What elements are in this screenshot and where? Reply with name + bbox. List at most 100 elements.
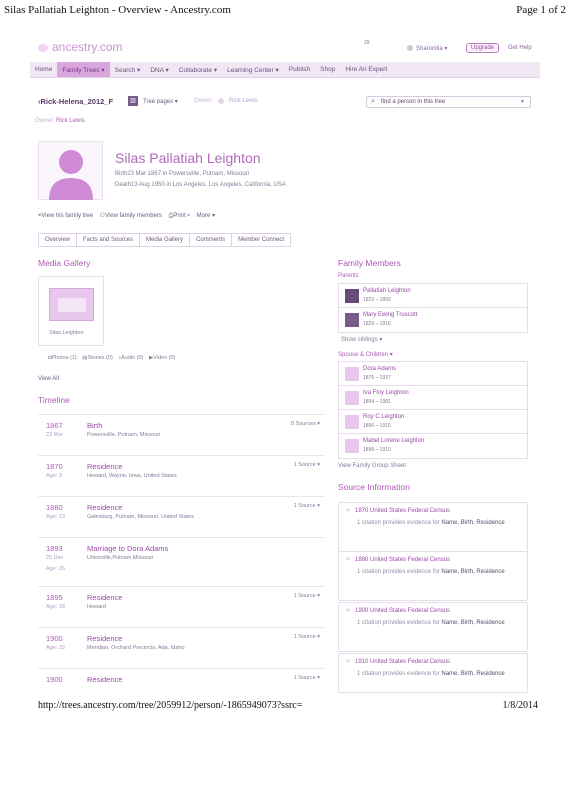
person-photo[interactable] bbox=[38, 141, 103, 200]
citation-facts: Name, Birth, Residence bbox=[441, 620, 505, 626]
tab-media-gallery[interactable]: Media Gallery bbox=[139, 233, 190, 247]
media-gallery-title: Media Gallery bbox=[38, 258, 91, 268]
parent-photo bbox=[345, 289, 359, 303]
owner-line-label: Owner: bbox=[35, 118, 55, 124]
print-footer-date: 1/8/2014 bbox=[502, 700, 538, 711]
source-card[interactable]: ⟡ 1910 United States Federal Census 1 ci… bbox=[338, 653, 528, 693]
user-name: Sharonlila bbox=[416, 46, 443, 52]
family-members-title: Family Members bbox=[338, 258, 401, 268]
leaf-logo-icon bbox=[38, 44, 48, 52]
view-family-members-link[interactable]: ⚇View family members bbox=[100, 213, 162, 219]
tree-view-icon[interactable]: ▥ bbox=[128, 96, 138, 106]
print-menu[interactable]: ⎙Print ▾ bbox=[169, 213, 190, 219]
tab-facts-sources[interactable]: Facts and Sources bbox=[76, 233, 140, 247]
media-thumbnail-card[interactable]: Silas Leighton bbox=[38, 276, 104, 346]
timeline-date: Age: 13 bbox=[46, 514, 65, 520]
source-information-title: Source Information bbox=[338, 482, 410, 492]
source-title[interactable]: 1870 United States Federal Census bbox=[355, 508, 450, 514]
source-card[interactable]: ⟡ 1900 United States Federal Census 1 ci… bbox=[338, 602, 528, 652]
birth-fact: Birth23 Mar 1867 in Powersville, Putnam,… bbox=[115, 171, 249, 177]
timeline-sources[interactable]: 1 Source ▾ bbox=[294, 675, 320, 681]
nav-learning-center[interactable]: Learning Center ▾ bbox=[222, 62, 284, 77]
timeline-sources-label: 1 Source bbox=[293, 634, 316, 640]
audio-count[interactable]: Audio (0) bbox=[121, 355, 143, 361]
timeline-sources[interactable]: 1 Source ▾ bbox=[294, 462, 320, 468]
family-member-row[interactable]: Mary Ewing Truscott 1829 – 1916 bbox=[339, 308, 527, 332]
timeline-item[interactable]: 1880 Age: 13 Residence Galesburg, Putnam… bbox=[38, 496, 324, 537]
show-siblings-toggle[interactable]: Show siblings ▾ bbox=[341, 336, 382, 343]
death-fact: Death13 Aug 1950 in Los Angeles, Los Ang… bbox=[115, 182, 286, 188]
nav-family-trees[interactable]: Family Trees ▾ bbox=[57, 62, 110, 77]
timeline-item[interactable]: 1895 Age: 28 Residence Howard 1 Source ▾ bbox=[38, 586, 324, 627]
timeline-item[interactable]: 1900 Residence 1 Source ▾ bbox=[38, 668, 324, 692]
family-member-row[interactable]: Roy C Leighton 1896 – 1915 bbox=[339, 410, 527, 434]
view-family-tree-link[interactable]: ⌖View his family tree bbox=[38, 213, 93, 219]
tree-selector[interactable]: ‹Rick-Helena_2012_F bbox=[38, 97, 113, 106]
timeline-year: 1900 bbox=[46, 675, 63, 684]
timeline-item[interactable]: 1900 Age: 33 Residence Meridian, Orchard… bbox=[38, 627, 324, 668]
photos-count[interactable]: Photos (1) bbox=[51, 355, 76, 361]
timeline-title: Timeline bbox=[38, 395, 70, 405]
family-member-row[interactable]: Mabel Lorene Leighton 1898 – 1919 bbox=[339, 434, 527, 458]
citation-text: 1 citation provides evidence for bbox=[357, 569, 440, 575]
media-thumbnail-image bbox=[49, 288, 94, 321]
owner-line-name[interactable]: Rick Lewis bbox=[56, 118, 85, 124]
source-title[interactable]: 1900 United States Federal Census bbox=[355, 608, 450, 614]
person-search-input[interactable]: ⌕ find a person in this tree ▼ bbox=[366, 96, 531, 108]
family-member-row[interactable]: Iva Floy Leighton 1894 – 1981 bbox=[339, 386, 527, 410]
timeline-item[interactable]: 1867 23 Mar Birth Powersville, Putnam, M… bbox=[38, 414, 324, 455]
video-count[interactable]: Video (0) bbox=[153, 355, 175, 361]
tree-owner-label: Owner: bbox=[194, 98, 214, 104]
citation-text: 1 citation provides evidence for bbox=[357, 671, 440, 677]
nav-shop[interactable]: Shop bbox=[315, 62, 340, 77]
timeline-sources[interactable]: 1 Source ▾ bbox=[294, 634, 320, 640]
spouse-children-menu[interactable]: Spouse & Children ▾ bbox=[338, 351, 393, 358]
source-card[interactable]: ⟡ 1870 United States Federal Census 1 ci… bbox=[338, 502, 528, 552]
tab-member-connect[interactable]: Member Connect bbox=[231, 233, 292, 247]
family-member-years: 1896 – 1915 bbox=[363, 423, 391, 429]
death-value: 13 Aug 1950 in Los Angeles, Los Angeles,… bbox=[131, 182, 286, 188]
nav-home[interactable]: Home bbox=[30, 62, 57, 77]
family-member-row[interactable]: Pallatiah Leighton 1823 – 1892 bbox=[339, 284, 527, 308]
tree-owner-name[interactable]: Rick Lewis bbox=[229, 98, 258, 104]
notification-count[interactable]: 29 bbox=[364, 40, 370, 46]
timeline-year: 1893 bbox=[46, 544, 63, 553]
nav-dna[interactable]: DNA ▾ bbox=[145, 62, 173, 77]
tab-comments[interactable]: Comments bbox=[189, 233, 232, 247]
source-title[interactable]: 1880 United States Federal Census bbox=[355, 557, 450, 563]
male-silhouette-icon bbox=[345, 415, 359, 429]
owner-line: Owner: Rick Lewis bbox=[35, 118, 85, 124]
timeline-sources[interactable]: 8 Sources ▾ bbox=[291, 421, 320, 427]
nav-hire-expert[interactable]: Hire An Expert bbox=[340, 62, 392, 77]
nav-publish[interactable]: Publish bbox=[284, 62, 315, 77]
timeline-sources[interactable]: 1 Source ▾ bbox=[294, 593, 320, 599]
timeline-item[interactable]: 1893 25 Dec Age: 26 Marriage to Dora Ada… bbox=[38, 537, 324, 586]
source-card[interactable]: ⟡ 1880 United States Federal Census 1 ci… bbox=[338, 551, 528, 601]
timeline-event: Birth bbox=[87, 421, 103, 430]
upgrade-button[interactable]: Upgrade bbox=[466, 43, 500, 53]
view-family-group-sheet-link[interactable]: View Family Group Sheet bbox=[338, 463, 406, 469]
stories-count[interactable]: Stories (0) bbox=[87, 355, 112, 361]
tab-overview[interactable]: Overview bbox=[38, 233, 77, 247]
nav-search-label: Search bbox=[114, 67, 136, 74]
source-title[interactable]: 1910 United States Federal Census bbox=[355, 659, 450, 665]
ancestry-logo[interactable]: ancestry.com bbox=[52, 40, 122, 54]
death-label: Death bbox=[115, 182, 132, 188]
print-footer-url: http://trees.ancestry.com/tree/2059912/p… bbox=[38, 700, 303, 711]
nav-search[interactable]: Search ▾ bbox=[110, 62, 146, 77]
person-actions: ⌖View his family tree ⚇View family membe… bbox=[38, 212, 215, 220]
more-menu[interactable]: More ▾ bbox=[197, 213, 215, 219]
search-placeholder: find a person in this tree bbox=[381, 99, 446, 105]
tree-pages-menu[interactable]: Tree pages ▾ bbox=[143, 98, 178, 105]
user-menu[interactable]: Sharonlila ▾ bbox=[416, 45, 447, 52]
timeline-event: Residence bbox=[87, 634, 123, 643]
timeline-sources[interactable]: 1 Source ▾ bbox=[294, 503, 320, 509]
nav-collaborate[interactable]: Collaborate ▾ bbox=[174, 62, 222, 77]
get-help-link[interactable]: Get Help bbox=[508, 45, 532, 51]
timeline-place: Meridian, Orchard Precincts, Ada, Idaho bbox=[87, 645, 185, 651]
media-view-all-link[interactable]: View All bbox=[38, 376, 59, 382]
family-member-row[interactable]: Dora Adams 1875 – 1937 bbox=[339, 362, 527, 386]
family-member-name: Roy C Leighton bbox=[363, 414, 405, 420]
timeline-item[interactable]: 1870 Age: 3 Residence Howard, Wayne, Iow… bbox=[38, 455, 324, 496]
spouse-children-label: Spouse & Children bbox=[338, 352, 389, 358]
